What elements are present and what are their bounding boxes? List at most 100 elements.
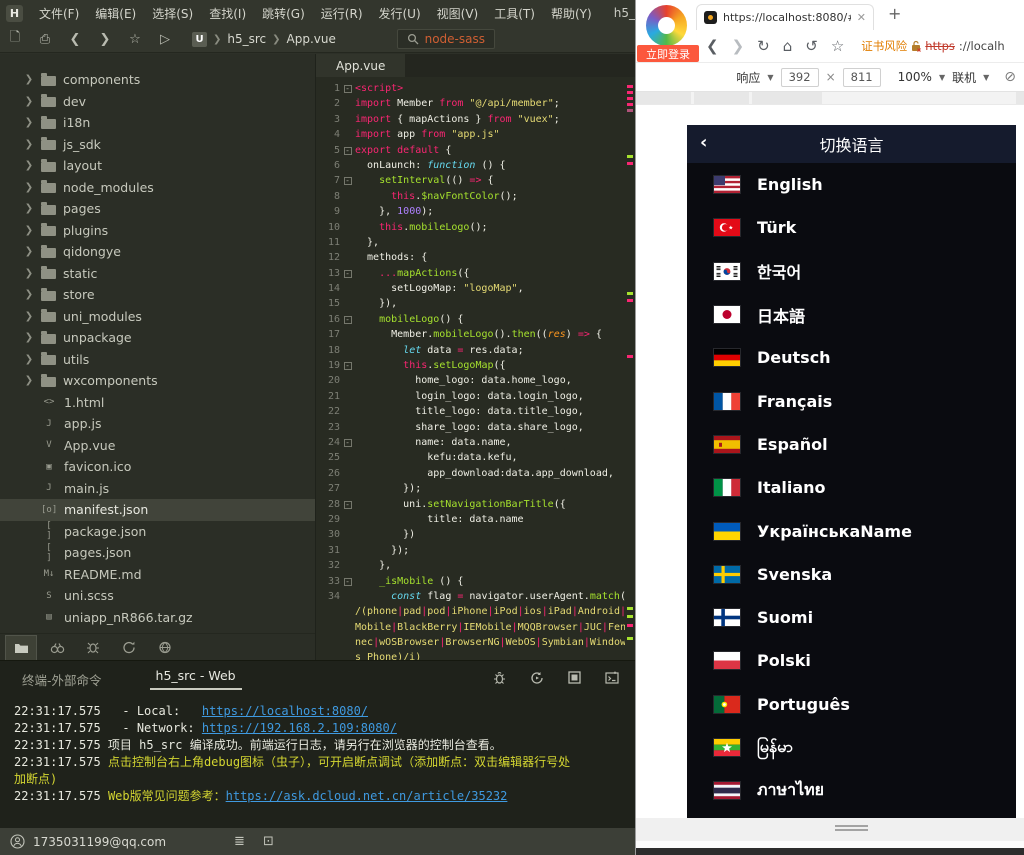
viewport-width-input[interactable]: 392: [781, 68, 819, 87]
menu-item[interactable]: 查找(I): [201, 5, 254, 22]
language-row-se[interactable]: Svenska: [687, 553, 1016, 596]
network-throttle-select[interactable]: 联机: [952, 69, 976, 86]
log-link[interactable]: https://ask.dcloud.net.cn/article/35232: [226, 789, 508, 803]
browser-undo-icon[interactable]: ↺: [805, 37, 818, 55]
console-tab-h5src-web[interactable]: h5_src - Web: [150, 668, 242, 690]
fold-toggle-icon[interactable]: -: [344, 362, 352, 370]
tree-file-favicon.ico[interactable]: ▣favicon.ico: [0, 456, 315, 478]
fold-toggle-icon[interactable]: -: [344, 147, 352, 155]
tree-file-uni.scss[interactable]: Suni.scss: [0, 585, 315, 607]
tree-folder-components[interactable]: ❯components: [0, 69, 315, 91]
open-terminal-icon[interactable]: [605, 671, 619, 685]
tree-file-uniapp_nR866.tar.gz[interactable]: ▤uniapp_nR866.tar.gz: [0, 607, 315, 629]
plugin-search-box[interactable]: node-sass: [397, 29, 495, 49]
code-area[interactable]: 1-<script>2import Member from "@/api/mem…: [316, 77, 625, 660]
address-bar[interactable]: 证书风险 https://localh: [861, 38, 1004, 54]
tree-folder-pages[interactable]: ❯pages: [0, 198, 315, 220]
star-icon[interactable]: ☆: [120, 32, 150, 47]
resize-handle[interactable]: [835, 825, 868, 827]
console-tab-terminal[interactable]: 终端-外部命令: [22, 670, 102, 689]
language-row-fr[interactable]: Français: [687, 379, 1016, 422]
tree-folder-js_sdk[interactable]: ❯js_sdk: [0, 134, 315, 156]
console-toggle-icon[interactable]: ⊡: [263, 834, 274, 849]
fold-toggle-icon[interactable]: -: [344, 316, 352, 324]
breadcrumb-project[interactable]: h5_src: [227, 32, 266, 46]
resize-handle[interactable]: [835, 829, 868, 831]
editor-tab-appvue[interactable]: App.vue: [316, 54, 405, 77]
language-row-mm[interactable]: မြန်မာ: [687, 726, 1016, 769]
tree-file-manifest.json[interactable]: [o]manifest.json: [0, 499, 315, 521]
fold-toggle-icon[interactable]: -: [344, 578, 352, 586]
tree-folder-dev[interactable]: ❯dev: [0, 91, 315, 113]
menu-item[interactable]: 帮助(Y): [543, 5, 600, 22]
back-button[interactable]: ‹: [700, 132, 707, 154]
forward-icon[interactable]: ❯: [90, 32, 120, 47]
browser-tab[interactable]: https://localhost:8080/#/pa ✕: [696, 4, 874, 30]
language-row-us[interactable]: English: [687, 163, 1016, 206]
fold-toggle-icon[interactable]: -: [344, 177, 352, 185]
run-icon[interactable]: ▷: [150, 32, 180, 47]
menu-item[interactable]: 视图(V): [429, 5, 487, 22]
explorer-sync-tab[interactable]: [113, 635, 145, 660]
language-row-kr[interactable]: 한국어: [687, 250, 1016, 293]
account-icon[interactable]: [10, 834, 25, 849]
tree-folder-unpackage[interactable]: ❯unpackage: [0, 327, 315, 349]
language-row-pl[interactable]: Polski: [687, 639, 1016, 682]
breadcrumb-file[interactable]: App.vue: [287, 32, 336, 46]
tree-folder-uni_modules[interactable]: ❯uni_modules: [0, 306, 315, 328]
explorer-debug-tab[interactable]: [77, 635, 109, 660]
tree-file-app.js[interactable]: Japp.js: [0, 413, 315, 435]
stop-icon[interactable]: [568, 671, 581, 685]
menu-item[interactable]: 运行(R): [313, 5, 371, 22]
language-row-it[interactable]: Italiano: [687, 466, 1016, 509]
explorer-search-tab[interactable]: [41, 635, 73, 660]
browser-forward-icon[interactable]: ❯: [732, 37, 745, 55]
tree-folder-qidongye[interactable]: ❯qidongye: [0, 241, 315, 263]
new-tab-icon[interactable]: +: [888, 4, 901, 23]
browser-home-icon[interactable]: ⌂: [783, 37, 793, 55]
no-throttling-icon[interactable]: ⊘: [1004, 69, 1016, 85]
tree-file-package.json[interactable]: [ ]package.json: [0, 521, 315, 543]
explorer-files-tab[interactable]: [5, 635, 37, 660]
account-email[interactable]: 1735031199@qq.com: [33, 835, 166, 849]
browser-back-icon[interactable]: ❮: [706, 37, 719, 55]
tree-folder-wxcomponents[interactable]: ❯wxcomponents: [0, 370, 315, 392]
back-icon[interactable]: ❮: [60, 32, 90, 47]
language-row-jp[interactable]: 日本語: [687, 293, 1016, 336]
tree-file-README.md[interactable]: M↓README.md: [0, 564, 315, 586]
browser-logo-icon[interactable]: [646, 5, 687, 46]
menu-item[interactable]: 选择(S): [144, 5, 201, 22]
tree-folder-plugins[interactable]: ❯plugins: [0, 220, 315, 242]
save-icon[interactable]: ⎙: [30, 32, 60, 47]
language-row-de[interactable]: Deutsch: [687, 336, 1016, 379]
tree-folder-node_modules[interactable]: ❯node_modules: [0, 177, 315, 199]
new-file-icon[interactable]: 🗋: [0, 28, 30, 50]
fold-toggle-icon[interactable]: -: [344, 270, 352, 278]
language-row-fi[interactable]: Suomi: [687, 596, 1016, 639]
tree-file-main.js[interactable]: Jmain.js: [0, 478, 315, 500]
overview-ruler[interactable]: [625, 77, 635, 660]
language-row-ua[interactable]: УкраїнськаName: [687, 509, 1016, 552]
tree-folder-store[interactable]: ❯store: [0, 284, 315, 306]
tree-folder-utils[interactable]: ❯utils: [0, 349, 315, 371]
tree-file-App.vue[interactable]: VApp.vue: [0, 435, 315, 457]
log-link[interactable]: https://localhost:8080/: [202, 704, 368, 718]
tree-folder-i18n[interactable]: ❯i18n: [0, 112, 315, 134]
fold-toggle-icon[interactable]: -: [344, 439, 352, 447]
viewport-height-input[interactable]: 811: [843, 68, 881, 87]
tree-file-pages.json[interactable]: [ ]pages.json: [0, 542, 315, 564]
tree-folder-static[interactable]: ❯static: [0, 263, 315, 285]
language-row-th[interactable]: ภาษาไทย: [687, 769, 1016, 812]
browser-star-icon[interactable]: ☆: [831, 37, 844, 55]
zoom-select[interactable]: 100%: [898, 70, 932, 84]
explorer-web-tab[interactable]: [149, 635, 181, 660]
menu-item[interactable]: 工具(T): [486, 5, 543, 22]
tree-folder-layout[interactable]: ❯layout: [0, 155, 315, 177]
menu-item[interactable]: 编辑(E): [87, 5, 144, 22]
debug-icon[interactable]: [493, 671, 506, 685]
tab-close-icon[interactable]: ✕: [857, 11, 866, 24]
language-row-tr[interactable]: Türk: [687, 206, 1016, 249]
menu-item[interactable]: 发行(U): [371, 5, 429, 22]
log-link[interactable]: https://192.168.2.109:8080/: [202, 721, 397, 735]
outline-icon[interactable]: ≣: [234, 834, 245, 849]
